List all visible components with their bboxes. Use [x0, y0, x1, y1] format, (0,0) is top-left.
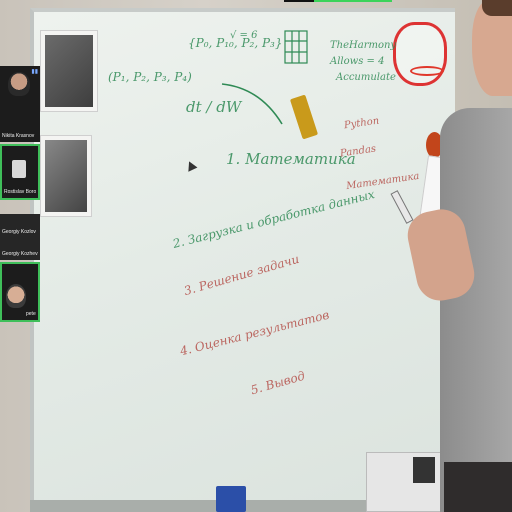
wall-photo [40, 135, 92, 217]
power-socket [216, 486, 246, 512]
photo-image [45, 140, 87, 212]
presenter-pants [444, 462, 512, 512]
participant-name: Georgiy Kozhevnikov [2, 251, 38, 257]
wall-photo [40, 30, 98, 112]
participant-video [8, 72, 30, 96]
participant-name: Georgiy Kozlov [2, 229, 36, 235]
presenter-torso [440, 108, 512, 512]
participant-tile[interactable]: ▮▮ Nikita Krasnov [0, 66, 40, 142]
video-feed: {P₀, P₁₀, P₂, P₃} (P₁, P₂, P₃, P₄) √ = 6… [0, 0, 512, 512]
participant-name: Rostislav Borovikov [4, 189, 36, 195]
board-grid [284, 30, 308, 64]
participant-tile[interactable]: peter [0, 262, 40, 322]
participant-tile[interactable]: Rostislav Borovikov [0, 144, 40, 200]
top-status-bar-dark [284, 0, 314, 2]
participant-avatar [12, 160, 26, 178]
participant-tile[interactable]: Georgiy Kozlov Georgiy Kozhevnikov [0, 214, 40, 260]
camera-icon: ▮▮ [31, 69, 38, 75]
participant-name: Nikita Krasnov [2, 133, 35, 139]
participant-name: peter [26, 311, 36, 317]
presenter [403, 0, 512, 512]
presenter-hair [482, 0, 512, 16]
board-curve [221, 83, 283, 125]
participant-video [6, 284, 26, 308]
photo-image [45, 35, 93, 107]
